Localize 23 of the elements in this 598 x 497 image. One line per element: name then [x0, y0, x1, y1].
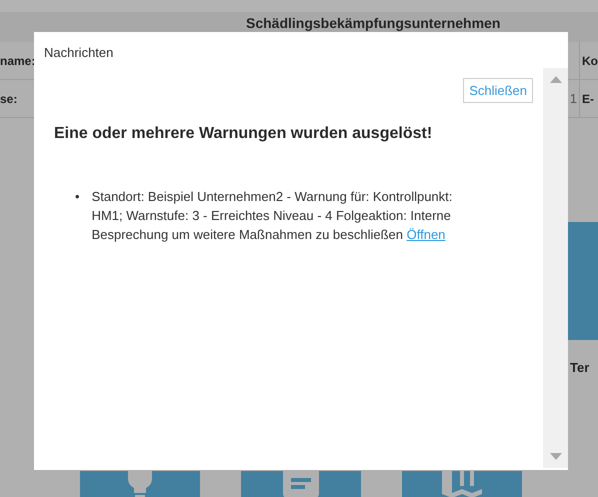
field-label: name:: [0, 54, 36, 68]
tile-label: Ter: [570, 360, 590, 375]
field-value: 1: [570, 91, 578, 106]
field-label: se:: [0, 92, 18, 106]
dialog-title: Nachrichten: [44, 45, 114, 60]
scroll-up-icon[interactable]: [550, 76, 562, 83]
dialog-heading: Eine oder mehrere Warnungen wurden ausgelöst!: [54, 125, 432, 143]
document-icon: [283, 471, 319, 497]
scroll-down-icon[interactable]: [550, 453, 562, 460]
scrollbar[interactable]: [543, 68, 568, 468]
map-icon: [442, 471, 482, 497]
field-label: Ko: [582, 54, 598, 68]
tile-button[interactable]: [241, 471, 361, 497]
tile-button[interactable]: [80, 471, 200, 497]
bulb-icon: [125, 471, 155, 497]
close-button[interactable]: Schließen: [463, 78, 533, 103]
message-text: Standort: Beispiel Unternehmen2 - Warnung für: Kontrollpunkt: HM1; Warnstufe: 3 - Erreichtes Niveau - 4 Folgeaktion: Interne Besprechung um weitere Maßnahmen zu beschließen Öffnen: [92, 188, 454, 244]
tile-button[interactable]: [402, 471, 522, 497]
page-title: Schädlingsbekämpfungsunternehmen: [246, 15, 500, 31]
open-link[interactable]: Öffnen: [406, 227, 446, 242]
list-bullet: •: [75, 188, 80, 206]
tile-button[interactable]: [568, 222, 598, 340]
field-label: E-: [582, 92, 594, 106]
